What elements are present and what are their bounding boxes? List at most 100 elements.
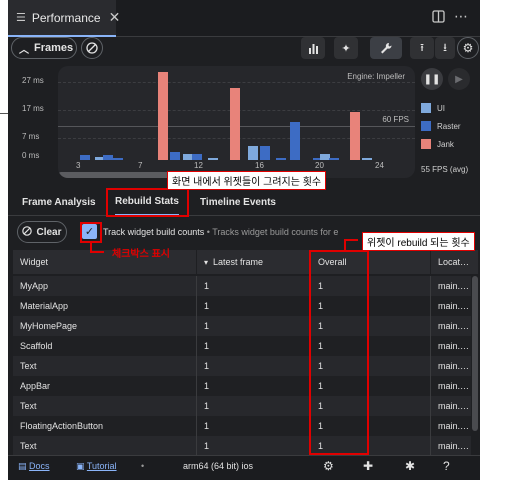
block-icon[interactable] — [81, 37, 103, 59]
cell-latest-frame: 1 — [197, 416, 311, 436]
table-row[interactable]: Text 1 1 main.… — [13, 396, 471, 416]
engine-label: Engine: Impeller — [347, 72, 405, 81]
jank-bar[interactable] — [350, 112, 360, 160]
x-tick-label: 12 — [194, 161, 203, 170]
raster-bar[interactable] — [329, 158, 339, 160]
raster-bar[interactable] — [192, 154, 202, 160]
raster-bar[interactable] — [276, 158, 286, 160]
menu-icon: ☰ — [16, 12, 26, 24]
chevron-up-icon: ︿ — [19, 44, 29, 56]
help-icon[interactable]: ? — [443, 459, 450, 473]
ui-bar[interactable] — [208, 158, 218, 160]
bug-icon[interactable]: ✱ — [405, 459, 415, 473]
cell-location: main.… — [438, 281, 470, 291]
table-row[interactable]: FloatingActionButton 1 1 main.… — [13, 416, 471, 436]
fps-line-label: 60 FPS — [382, 115, 409, 124]
device-label: arm64 (64 bit) ios — [183, 461, 254, 471]
cell-location: main.… — [438, 321, 470, 331]
cell-location: main.… — [438, 381, 470, 391]
extension-icon[interactable]: ✚ — [363, 459, 373, 473]
x-tick-label: 20 — [315, 161, 324, 170]
cell-location: main.… — [438, 361, 470, 371]
ui-bar[interactable] — [362, 158, 372, 160]
overall-column-highlight — [309, 250, 369, 455]
block-icon — [22, 225, 33, 239]
y-tick-label: 27 ms — [22, 76, 44, 85]
table-row[interactable]: Scaffold 1 1 main.… — [13, 336, 471, 356]
cell-latest-frame: 1 — [197, 376, 311, 396]
table-row[interactable]: MyApp 1 1 main.… — [13, 276, 471, 296]
raster-bar[interactable] — [260, 146, 270, 160]
cell-latest-frame: 1 — [197, 356, 311, 376]
cell-widget: FloatingActionButton — [13, 416, 197, 436]
jank-bar[interactable] — [158, 72, 168, 160]
settings-icon[interactable]: ⚙ — [323, 459, 334, 473]
right-margin — [480, 0, 517, 480]
table-row[interactable]: MyHomePage 1 1 main.… — [13, 316, 471, 336]
status-footer: ▤ Docs ▣ Tutorial • arm64 (64 bit) ios ⚙… — [8, 455, 480, 480]
y-tick-label: 17 ms — [22, 104, 44, 113]
overall-arrow — [344, 239, 358, 241]
track-build-counts-label: Track widget build counts • Tracks widge… — [103, 227, 339, 237]
x-tick-label: 3 — [76, 161, 81, 170]
cell-location: main.… — [438, 401, 470, 411]
settings-gear-icon[interactable]: ⚙ — [457, 37, 479, 59]
table-row[interactable]: MaterialApp 1 1 main.… — [13, 296, 471, 316]
table-row[interactable]: Text 1 1 main.… — [13, 356, 471, 376]
cell-widget: MaterialApp — [13, 296, 197, 316]
footer-separator: • — [141, 461, 145, 471]
checkbox-highlight — [80, 222, 102, 243]
download-icon[interactable]: ⭳ — [435, 37, 455, 59]
cell-latest-frame: 1 — [197, 396, 311, 416]
docs-link[interactable]: ▤ Docs — [18, 461, 50, 472]
table-row[interactable]: Text 1 1 main.… — [13, 436, 471, 455]
x-tick-label: 16 — [255, 161, 264, 170]
table-scrollbar[interactable] — [472, 276, 478, 431]
cell-latest-frame: 1 — [197, 276, 311, 296]
book-icon: ▤ — [18, 461, 27, 471]
raster-bar[interactable] — [113, 158, 123, 160]
table-row[interactable]: AppBar 1 1 main.… — [13, 376, 471, 396]
raster-bar[interactable] — [170, 152, 180, 160]
raster-bar[interactable] — [103, 155, 113, 160]
more-options-icon[interactable]: ⋯ — [454, 8, 468, 25]
split-view-icon[interactable] — [432, 10, 445, 26]
x-tick-label: 7 — [138, 161, 143, 170]
ui-bar[interactable] — [248, 146, 258, 160]
tutorial-link[interactable]: ▣ Tutorial — [76, 461, 117, 472]
cell-latest-frame: 1 — [197, 296, 311, 316]
wrench-icon[interactable] — [370, 37, 402, 59]
column-header-location[interactable]: Locat… — [431, 250, 478, 274]
cell-location: main.… — [438, 301, 470, 311]
performance-tab[interactable]: ☰ Performance ✕ — [8, 0, 120, 37]
tab-frame-analysis[interactable]: Frame Analysis — [22, 188, 96, 216]
analysis-tabs: Frame Analysis Rebuild Stats Timeline Ev… — [8, 188, 480, 216]
play-icon[interactable]: ▶ — [448, 68, 470, 90]
jank-bar[interactable] — [230, 88, 240, 160]
checkbox-arrow — [90, 251, 104, 253]
checkbox-annotation: 체크박스 표시 — [112, 249, 170, 260]
sparkle-icon[interactable]: ✦ — [334, 37, 358, 59]
frames-toggle-button[interactable]: ︿ Frames — [11, 37, 77, 59]
cell-widget: Text — [13, 396, 197, 416]
cell-latest-frame: 1 — [197, 436, 311, 455]
column-header-latest-frame[interactable]: ▾ Latest frame — [197, 250, 311, 274]
legend-raster: Raster — [421, 121, 480, 131]
toolbar: ︿ Frames ✦ ⭱ ⭳ ⚙ — [8, 37, 480, 61]
raster-bar[interactable] — [80, 155, 90, 160]
raster-bar[interactable] — [290, 122, 300, 160]
tab-timeline-events[interactable]: Timeline Events — [200, 188, 276, 216]
bar-chart-icon[interactable] — [301, 37, 325, 59]
overall-annotation: 위젯이 rebuild 되는 횟수 — [362, 232, 475, 251]
clear-button[interactable]: Clear — [17, 221, 67, 243]
close-icon[interactable]: ✕ — [109, 9, 121, 26]
upload-icon[interactable]: ⭱ — [410, 37, 434, 59]
table-header: Widget ▾ Latest frame Overall Locat… — [13, 250, 478, 274]
x-tick-label: 24 — [375, 161, 384, 170]
pause-icon[interactable]: ❚❚ — [421, 68, 443, 90]
rebuild-stats-annotation: 화면 내에서 위젯들이 그려지는 횟수 — [167, 171, 327, 190]
chart-plot-area[interactable]: Engine: Impeller 60 FPS 3 7 12 16 20 24 — [58, 66, 415, 178]
legend-jank: Jank — [421, 139, 480, 149]
cell-widget: Scaffold — [13, 336, 197, 356]
y-tick-label: 7 ms — [22, 132, 40, 141]
